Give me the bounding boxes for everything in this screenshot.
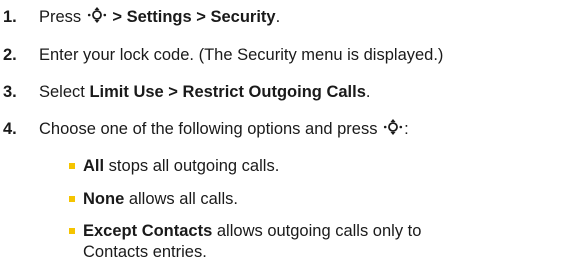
step-bold-text: Limit Use > Restrict Outgoing Calls <box>89 83 366 101</box>
step-number: 4. <box>3 120 17 138</box>
bullet-marker <box>69 163 75 169</box>
option-name: All <box>83 157 105 175</box>
option-name: Except Contacts <box>83 222 213 240</box>
option-description: allows outgoing calls only to <box>212 222 422 240</box>
step-bold-text: > Settings > Security <box>112 8 276 26</box>
navigation-key-icon <box>383 117 403 137</box>
bullet-marker <box>69 228 75 234</box>
step-text: Enter your lock code. (The Security menu… <box>39 46 444 64</box>
step-number: 3. <box>3 83 17 101</box>
step-pre-text: Choose one of the following options and … <box>39 120 378 138</box>
option-description: stops all outgoing calls. <box>104 157 280 175</box>
option-text: All stops all outgoing calls. <box>83 154 279 178</box>
option-description: allows all calls. <box>124 190 238 208</box>
option-description-line-2: Contacts entries. <box>83 243 207 261</box>
option-text: None allows all calls. <box>83 187 238 211</box>
step-text: Press > Settings > Security. <box>39 5 280 29</box>
navigation-key-icon <box>87 5 107 25</box>
option-name: None <box>83 190 125 208</box>
step-post-text: : <box>404 120 409 138</box>
bullet-marker <box>69 196 75 202</box>
step-number: 2. <box>3 46 17 64</box>
step-pre-text: Select <box>39 83 90 101</box>
step-number: 1. <box>3 8 17 26</box>
step-text: Choose one of the following options and … <box>39 117 409 141</box>
step-post-text: . <box>275 8 281 26</box>
step-pre-text: Press <box>39 8 82 26</box>
step-text: Select Limit Use > Restrict Outgoing Cal… <box>39 80 370 104</box>
step-post-text: . <box>365 83 371 101</box>
